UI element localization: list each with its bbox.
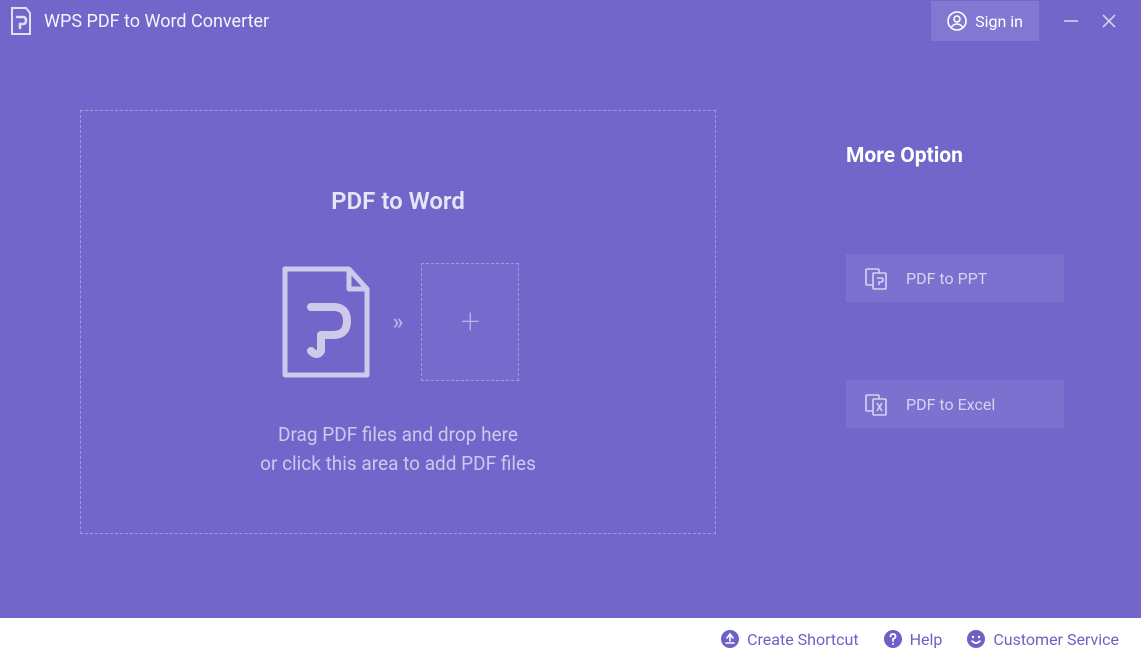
shortcut-icon [720, 629, 740, 649]
side-panel: More Option PDF to PPT [846, 110, 1064, 534]
help-link[interactable]: Help [883, 629, 943, 649]
option-label: PDF to Excel [906, 395, 995, 414]
pdf-to-ppt-icon [864, 266, 888, 290]
side-panel-title: More Option [846, 144, 1064, 168]
signin-button[interactable]: Sign in [931, 1, 1039, 41]
add-file-box[interactable]: + [421, 263, 519, 381]
close-button[interactable] [1101, 13, 1117, 29]
smile-icon [966, 629, 986, 649]
dropzone-icons: » + [277, 263, 520, 381]
footer: Create Shortcut Help Customer Service [0, 618, 1141, 660]
pdf-to-excel-button[interactable]: PDF to Excel [846, 380, 1064, 428]
signin-label: Sign in [975, 12, 1023, 31]
arrow-icon: » [393, 310, 404, 335]
titlebar: WPS PDF to Word Converter Sign in [0, 0, 1141, 42]
help-icon [883, 629, 903, 649]
file-dropzone[interactable]: PDF to Word » + Drag PDF files and drop … [80, 110, 716, 534]
app-logo-icon [10, 6, 32, 36]
plus-icon: + [461, 302, 480, 342]
minimize-button[interactable] [1063, 13, 1079, 29]
user-circle-icon [947, 11, 967, 31]
customer-service-link[interactable]: Customer Service [966, 629, 1119, 649]
create-shortcut-link[interactable]: Create Shortcut [720, 629, 858, 649]
option-label: PDF to PPT [906, 269, 987, 288]
pdf-to-ppt-button[interactable]: PDF to PPT [846, 254, 1064, 302]
pdf-to-excel-icon [864, 392, 888, 416]
pdf-document-icon [277, 263, 375, 381]
dropzone-title: PDF to Word [331, 187, 465, 215]
dropzone-instruction: Drag PDF files and drop here or click th… [260, 421, 536, 478]
app-title: WPS PDF to Word Converter [44, 11, 269, 32]
